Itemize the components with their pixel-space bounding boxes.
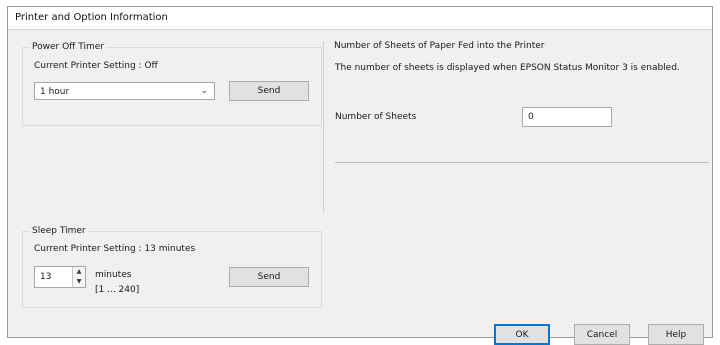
- sleep-timer-unit: minutes: [95, 270, 132, 280]
- spinner-arrows[interactable]: ▲ ▼: [72, 267, 85, 287]
- number-of-sheets-value: 0: [528, 112, 534, 122]
- sleep-timer-label: Sleep Timer: [30, 226, 88, 236]
- title-bar: Printer and Option Information: [8, 7, 712, 30]
- section-divider: [323, 42, 324, 212]
- sleep-current-setting: Current Printer Setting : 13 minutes: [34, 244, 196, 254]
- separator-line: [335, 162, 709, 163]
- sleep-timer-range: [1 ... 240]: [95, 285, 140, 295]
- cancel-button[interactable]: Cancel: [574, 324, 630, 345]
- power-off-timer-label: Power Off Timer: [30, 42, 106, 52]
- power-off-timer-group: Power Off Timer Current Printer Setting …: [22, 42, 322, 126]
- number-of-sheets-description: The number of sheets is displayed when E…: [335, 63, 680, 73]
- sleep-send-button[interactable]: Send: [229, 267, 309, 287]
- sleep-timer-value: 13: [40, 272, 52, 282]
- help-button[interactable]: Help: [648, 324, 704, 345]
- printer-option-dialog: Printer and Option Information Power Off…: [7, 6, 713, 345]
- power-off-selected-value: 1 hour: [40, 87, 70, 97]
- number-of-sheets-label: Number of Sheets: [335, 112, 417, 122]
- ok-button[interactable]: OK: [494, 324, 550, 345]
- power-off-timer-select[interactable]: 1 hour ⌄: [34, 82, 215, 100]
- chevron-down-icon: ⌄: [200, 86, 208, 96]
- power-off-current-setting: Current Printer Setting : Off: [34, 61, 158, 71]
- spin-down-icon[interactable]: ▼: [73, 277, 85, 287]
- dialog-body: Power Off Timer Current Printer Setting …: [8, 30, 712, 345]
- number-of-sheets-group-label: Number of Sheets of Paper Fed into the P…: [332, 41, 547, 51]
- spin-up-icon[interactable]: ▲: [73, 267, 85, 277]
- window-title: Printer and Option Information: [15, 12, 168, 23]
- sleep-timer-group: Sleep Timer Current Printer Setting : 13…: [22, 226, 322, 308]
- sleep-timer-spinner[interactable]: 13 ▲ ▼: [34, 266, 86, 288]
- number-of-sheets-group: Number of Sheets of Paper Fed into the P…: [325, 41, 709, 212]
- number-of-sheets-field: 0: [522, 107, 612, 127]
- power-off-send-button[interactable]: Send: [229, 81, 309, 101]
